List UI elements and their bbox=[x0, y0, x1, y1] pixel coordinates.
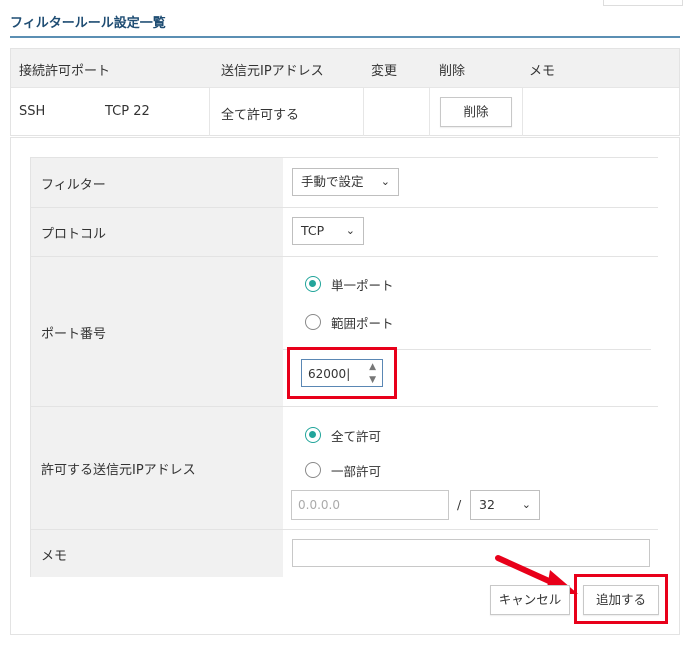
subnet-mask-select[interactable]: 32 ⌄ bbox=[470, 490, 540, 520]
port-value-cell: 単一ポート 範囲ポート 62000| ▲ ▼ bbox=[283, 257, 658, 406]
add-button-highlight-box bbox=[574, 574, 668, 624]
memo-value-cell bbox=[283, 530, 658, 577]
col-divider bbox=[209, 88, 210, 136]
rules-table: 接続許可ポート 送信元IPアドレス 変更 削除 メモ SSH TCP 22 全て… bbox=[10, 48, 680, 136]
allow-all-label[interactable]: 全て許可 bbox=[331, 426, 381, 445]
header-edit: 変更 bbox=[371, 64, 398, 79]
header-delete: 削除 bbox=[439, 64, 466, 79]
source-ip-label: 許可する送信元IPアドレス bbox=[41, 463, 196, 478]
single-port-radio[interactable] bbox=[305, 276, 321, 292]
ip-mask-separator: / bbox=[457, 497, 462, 512]
filter-label-cell: フィルター bbox=[31, 158, 283, 207]
protocol-value-cell: TCP ⌄ bbox=[283, 208, 658, 256]
ip-address-input[interactable]: 0.0.0.0 bbox=[291, 490, 449, 520]
protocol-select-value: TCP bbox=[301, 223, 325, 238]
table-header: 接続許可ポート 送信元IPアドレス 変更 削除 メモ bbox=[11, 49, 679, 87]
protocol-label: プロトコル bbox=[41, 227, 107, 242]
protocol-select[interactable]: TCP ⌄ bbox=[292, 217, 364, 245]
ip-address-placeholder: 0.0.0.0 bbox=[298, 498, 340, 512]
top-right-tab bbox=[603, 0, 683, 6]
range-port-radio[interactable] bbox=[305, 314, 321, 330]
port-label-cell: ポート番号 bbox=[31, 257, 283, 406]
port-highlight-box bbox=[287, 347, 397, 399]
row-port: TCP 22 bbox=[105, 104, 150, 119]
page-title: フィルタールール設定一覧 bbox=[10, 16, 166, 31]
single-port-label[interactable]: 単一ポート bbox=[331, 275, 394, 294]
allow-partial-label[interactable]: 一部許可 bbox=[331, 461, 381, 480]
port-label: ポート番号 bbox=[41, 327, 107, 342]
col-divider bbox=[522, 88, 523, 136]
protocol-label-cell: プロトコル bbox=[31, 208, 283, 256]
subnet-mask-value: 32 bbox=[479, 497, 495, 512]
allow-all-radio[interactable] bbox=[305, 427, 321, 443]
cancel-button[interactable]: キャンセル bbox=[490, 585, 570, 615]
filter-label: フィルター bbox=[41, 178, 106, 193]
delete-button[interactable]: 削除 bbox=[440, 97, 512, 127]
table-row: SSH TCP 22 全て許可する 削除 bbox=[11, 87, 679, 136]
source-ip-value-cell: 全て許可 一部許可 0.0.0.0 / 32 ⌄ bbox=[283, 407, 658, 529]
chevron-down-icon: ⌄ bbox=[521, 498, 531, 511]
col-divider bbox=[363, 88, 364, 136]
allow-partial-radio[interactable] bbox=[305, 462, 321, 478]
memo-label: メモ bbox=[41, 549, 68, 564]
filter-select[interactable]: 手動で設定 ⌄ bbox=[292, 168, 399, 196]
source-ip-label-cell: 許可する送信元IPアドレス bbox=[31, 407, 283, 529]
memo-label-cell: メモ bbox=[31, 530, 283, 577]
row-source: 全て許可する bbox=[221, 108, 300, 123]
rule-form: フィルター 手動で設定 ⌄ プロトコル TCP ⌄ ポート番号 単一ポート 範囲… bbox=[30, 157, 658, 577]
range-port-label[interactable]: 範囲ポート bbox=[331, 313, 394, 332]
memo-input[interactable] bbox=[292, 539, 650, 567]
filter-select-value: 手動で設定 bbox=[301, 174, 364, 189]
col-divider bbox=[429, 88, 430, 136]
header-port: 接続許可ポート bbox=[19, 64, 111, 79]
header-memo: メモ bbox=[529, 64, 556, 79]
header-source-ip: 送信元IPアドレス bbox=[221, 64, 324, 79]
chevron-down-icon: ⌄ bbox=[345, 224, 355, 237]
filter-value-cell: 手動で設定 ⌄ bbox=[283, 158, 658, 207]
chevron-down-icon: ⌄ bbox=[380, 175, 390, 188]
row-service: SSH bbox=[19, 104, 46, 119]
title-underline bbox=[10, 36, 680, 38]
